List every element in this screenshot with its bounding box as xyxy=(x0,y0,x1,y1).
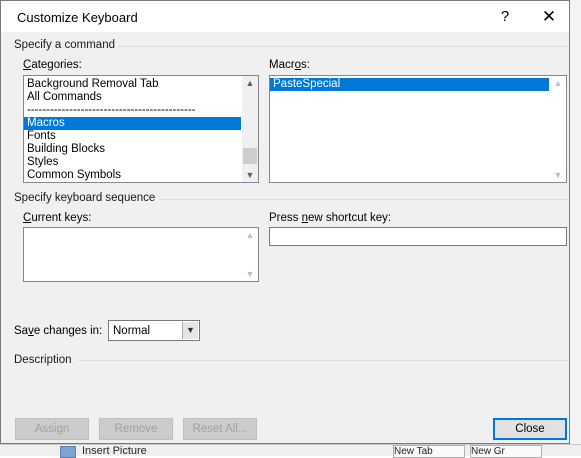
list-item[interactable]: Building Blocks xyxy=(24,143,241,156)
press-new-shortcut-label: Press new shortcut key: xyxy=(269,212,392,224)
list-item[interactable]: Background Removal Tab xyxy=(24,78,241,91)
list-item-separator[interactable]: ----------------------------------------… xyxy=(24,104,241,117)
keyboard-sequence-divider xyxy=(159,199,568,200)
scroll-down-icon[interactable]: ▼ xyxy=(242,168,258,182)
keyboard-sequence-group-label: Specify keyboard sequence xyxy=(14,192,156,204)
reset-all-button[interactable]: Reset All... xyxy=(183,418,257,440)
description-group-label: Description xyxy=(14,354,72,366)
specify-command-divider xyxy=(118,46,568,47)
current-keys-listbox[interactable]: ▲ ▼ xyxy=(23,227,259,282)
categories-list: Background Removal Tab All Commands ----… xyxy=(24,78,241,182)
background-insert-picture-label: Insert Picture xyxy=(82,445,147,457)
help-button[interactable]: ? xyxy=(487,5,523,29)
assign-button[interactable]: Assign xyxy=(15,418,89,440)
dialog-titlebar: Customize Keyboard ? ✕ xyxy=(1,1,569,32)
list-item[interactable]: Common Symbols xyxy=(24,169,241,182)
scroll-down-icon: ▼ xyxy=(245,269,255,279)
close-icon[interactable]: ✕ xyxy=(531,5,567,29)
list-item[interactable]: Styles xyxy=(24,156,241,169)
picture-icon xyxy=(60,446,76,458)
scroll-up-icon: ▲ xyxy=(553,78,563,88)
categories-listbox[interactable]: Background Removal Tab All Commands ----… xyxy=(23,75,259,183)
scroll-thumb[interactable] xyxy=(243,148,257,164)
dialog-title: Customize Keyboard xyxy=(17,10,138,25)
scroll-down-icon: ▼ xyxy=(553,170,563,180)
background-bottom-bar: Insert Picture New Tab New Gr xyxy=(0,444,581,458)
macros-scrollbar[interactable]: ▲ ▼ xyxy=(550,76,566,182)
save-changes-select[interactable]: Normal ▼ xyxy=(108,320,200,341)
categories-label: Categories: xyxy=(23,59,82,71)
scroll-up-icon[interactable]: ▲ xyxy=(242,76,258,90)
macros-label: Macros: xyxy=(269,59,310,71)
save-changes-label: Save changes in: xyxy=(14,325,103,337)
background-new-tab-cell: New Tab xyxy=(393,445,465,458)
list-item[interactable]: Fonts xyxy=(24,130,241,143)
list-item[interactable]: Macros xyxy=(24,117,241,130)
background-new-group-cell: New Gr xyxy=(470,445,542,458)
macros-list: PasteSpecial xyxy=(270,78,549,91)
scroll-up-icon: ▲ xyxy=(245,230,255,240)
current-keys-scrollbar[interactable]: ▲ ▼ xyxy=(242,228,258,281)
chevron-down-icon[interactable]: ▼ xyxy=(182,322,198,339)
description-divider xyxy=(79,360,568,361)
list-item[interactable]: All Commands xyxy=(24,91,241,104)
list-item[interactable]: PasteSpecial xyxy=(270,78,549,91)
specify-command-group-label: Specify a command xyxy=(14,39,115,51)
close-button[interactable]: Close xyxy=(493,418,567,440)
remove-button[interactable]: Remove xyxy=(99,418,173,440)
press-new-shortcut-input[interactable] xyxy=(269,227,567,246)
macros-listbox[interactable]: PasteSpecial ▲ ▼ xyxy=(269,75,567,183)
current-keys-label: Current keys: xyxy=(23,212,92,224)
customize-keyboard-dialog: Customize Keyboard ? ✕ Specify a command… xyxy=(0,0,570,444)
save-changes-value: Normal xyxy=(113,325,151,337)
categories-scrollbar[interactable]: ▲ ▼ xyxy=(242,76,258,182)
